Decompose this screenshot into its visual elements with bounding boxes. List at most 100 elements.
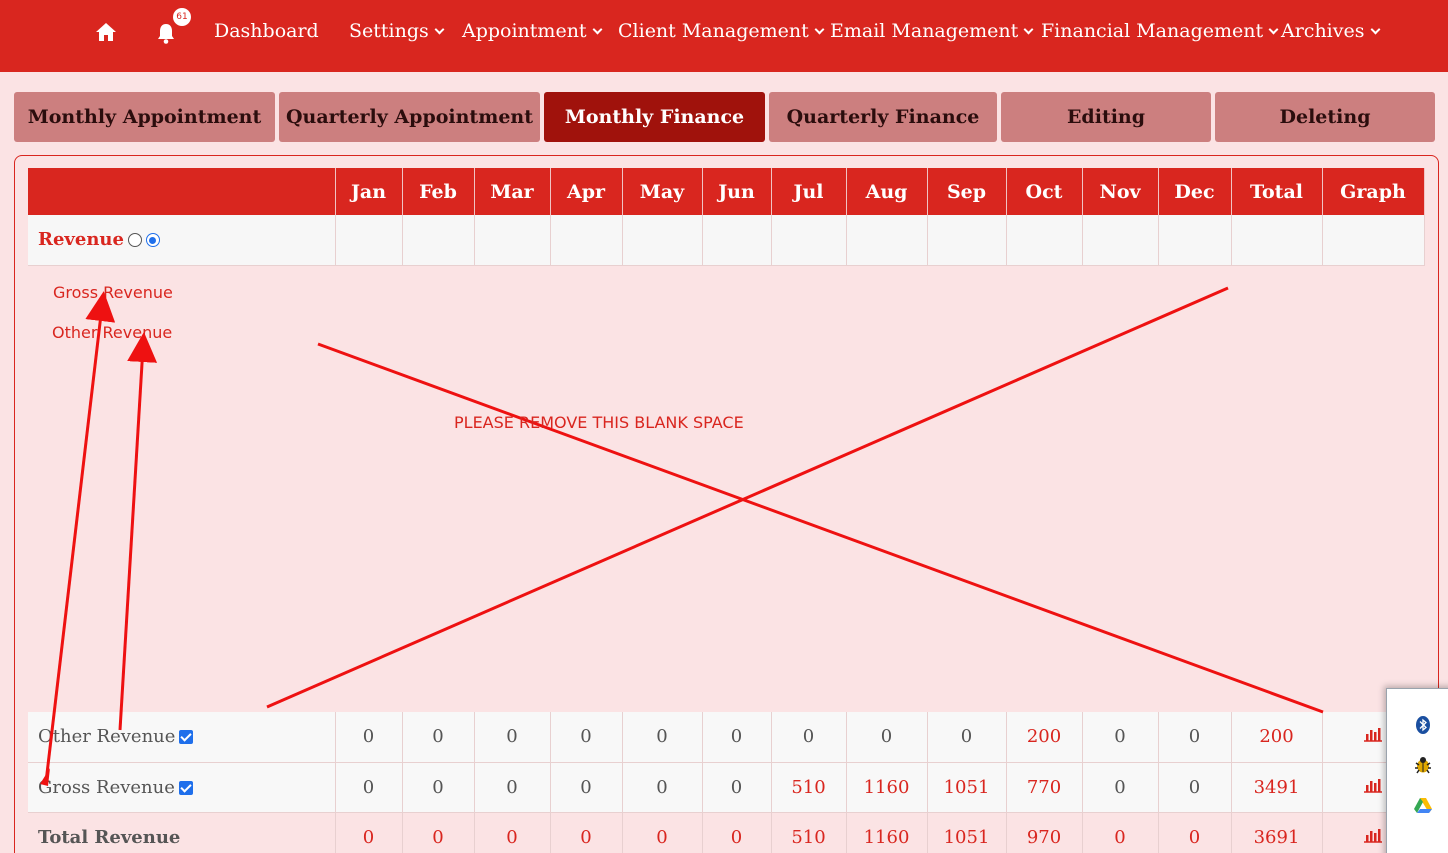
- revenue-cell: Revenue: [28, 215, 336, 266]
- cell: 1160: [846, 762, 928, 813]
- cell: 200: [1231, 712, 1323, 763]
- row-label: Gross Revenue: [38, 776, 175, 798]
- dropdown-option-gross-revenue[interactable]: Gross Revenue: [53, 283, 173, 302]
- header-graph: Graph: [1322, 168, 1425, 215]
- header-dec: Dec: [1158, 168, 1232, 215]
- bar-chart-icon[interactable]: [1363, 827, 1383, 843]
- tab-monthly-finance[interactable]: Monthly Finance: [544, 92, 765, 142]
- cell: 510: [771, 812, 847, 853]
- cell: 0: [1082, 812, 1159, 853]
- cell: 0: [702, 712, 772, 763]
- header-jan: Jan: [335, 168, 403, 215]
- chevron-down-icon: [1023, 24, 1034, 34]
- cell: 0: [402, 762, 475, 813]
- annotation-text: PLEASE REMOVE THIS BLANK SPACE: [454, 413, 744, 432]
- chevron-down-icon: [434, 24, 445, 34]
- cell: 0: [335, 762, 403, 813]
- nav-financial-management[interactable]: Financial Management: [1041, 20, 1279, 42]
- cell: 0: [550, 812, 623, 853]
- cell: 0: [474, 762, 551, 813]
- cell: 0: [550, 762, 623, 813]
- cell: 0: [846, 712, 928, 763]
- cell: 1051: [927, 812, 1007, 853]
- table-header-row: Jan Feb Mar Apr May Jun Jul Aug Sep Oct …: [28, 168, 1425, 215]
- gross-revenue-checkbox[interactable]: [178, 780, 193, 795]
- cell: 0: [474, 812, 551, 853]
- nav-settings[interactable]: Settings: [349, 20, 445, 42]
- cell: 510: [771, 762, 847, 813]
- cell: 0: [1082, 712, 1159, 763]
- nav-email-management[interactable]: Email Management: [830, 20, 1034, 42]
- cell: 970: [1006, 812, 1083, 853]
- bluetooth-icon[interactable]: [1413, 715, 1433, 735]
- cell: 0: [402, 712, 475, 763]
- table-row-other-revenue: Other Revenue 0 0 0 0 0 0 0 0 0 200 0 0 …: [28, 712, 1425, 763]
- google-drive-icon[interactable]: [1413, 795, 1433, 815]
- cell: 0: [1158, 712, 1232, 763]
- dropdown-option-other-revenue[interactable]: Other Revenue: [52, 323, 172, 342]
- table-row-gross-revenue: Gross Revenue 0 0 0 0 0 0 510 1160 1051 …: [28, 762, 1425, 813]
- header-jul: Jul: [771, 168, 847, 215]
- nav-dashboard[interactable]: Dashboard: [214, 20, 319, 42]
- tab-monthly-appointment[interactable]: Monthly Appointment: [14, 92, 275, 142]
- revenue-label: Revenue: [38, 229, 124, 251]
- revenue-radio-on[interactable]: [145, 233, 160, 248]
- header-total: Total: [1231, 168, 1323, 215]
- cell: 0: [335, 712, 403, 763]
- header-oct: Oct: [1006, 168, 1083, 215]
- cell: 3491: [1231, 762, 1323, 813]
- cell: 3691: [1231, 812, 1323, 853]
- tab-deleting[interactable]: Deleting: [1215, 92, 1435, 142]
- bug-icon[interactable]: [1413, 755, 1433, 775]
- table-row-total-revenue: Total Revenue 0 0 0 0 0 0 510 1160 1051 …: [28, 812, 1425, 853]
- cell: 0: [622, 712, 703, 763]
- cell: 0: [474, 712, 551, 763]
- header-may: May: [622, 168, 703, 215]
- header-mar: Mar: [474, 168, 551, 215]
- header-nov: Nov: [1082, 168, 1159, 215]
- row-label: Other Revenue: [38, 726, 176, 748]
- monthly-finance-table: Jan Feb Mar Apr May Jun Jul Aug Sep Oct …: [28, 168, 1425, 853]
- header-apr: Apr: [550, 168, 623, 215]
- cell: 0: [702, 812, 772, 853]
- tab-editing[interactable]: Editing: [1001, 92, 1211, 142]
- nav-archives[interactable]: Archives: [1281, 20, 1380, 42]
- bell-icon[interactable]: [156, 22, 176, 44]
- cell: 0: [550, 712, 623, 763]
- revenue-radio-off[interactable]: [127, 233, 142, 248]
- tab-quarterly-finance[interactable]: Quarterly Finance: [769, 92, 997, 142]
- header-sep: Sep: [927, 168, 1007, 215]
- cell: 0: [622, 762, 703, 813]
- header-label-cell: [28, 168, 336, 215]
- chevron-down-icon: [1268, 24, 1279, 34]
- cell: 0: [335, 812, 403, 853]
- cell: 0: [1158, 812, 1232, 853]
- home-icon[interactable]: [95, 22, 117, 42]
- row-label: Total Revenue: [28, 812, 336, 853]
- cell: 0: [1158, 762, 1232, 813]
- tab-quarterly-appointment[interactable]: Quarterly Appointment: [279, 92, 540, 142]
- header-jun: Jun: [702, 168, 772, 215]
- nav-appointment[interactable]: Appointment: [462, 20, 603, 42]
- nav-client-management[interactable]: Client Management: [618, 20, 825, 42]
- system-tray-popup: [1386, 688, 1448, 853]
- cell: 0: [771, 712, 847, 763]
- cell: 0: [702, 762, 772, 813]
- chevron-down-icon: [592, 24, 603, 34]
- cell: 0: [927, 712, 1007, 763]
- cell: 0: [1082, 762, 1159, 813]
- cell: 1160: [846, 812, 928, 853]
- other-revenue-checkbox[interactable]: [179, 730, 194, 745]
- cell: 0: [402, 812, 475, 853]
- notification-badge: 61: [173, 8, 191, 26]
- revenue-row: Revenue: [28, 215, 1425, 266]
- bar-chart-icon[interactable]: [1363, 726, 1383, 742]
- cell: 0: [622, 812, 703, 853]
- blank-space-row: [28, 265, 1424, 712]
- chevron-down-icon: [1370, 24, 1380, 34]
- cell: 1051: [927, 762, 1007, 813]
- cell: 770: [1006, 762, 1083, 813]
- bar-chart-icon[interactable]: [1363, 777, 1383, 793]
- top-navbar: 61 Dashboard Settings Appointment Client…: [0, 0, 1448, 72]
- header-aug: Aug: [846, 168, 928, 215]
